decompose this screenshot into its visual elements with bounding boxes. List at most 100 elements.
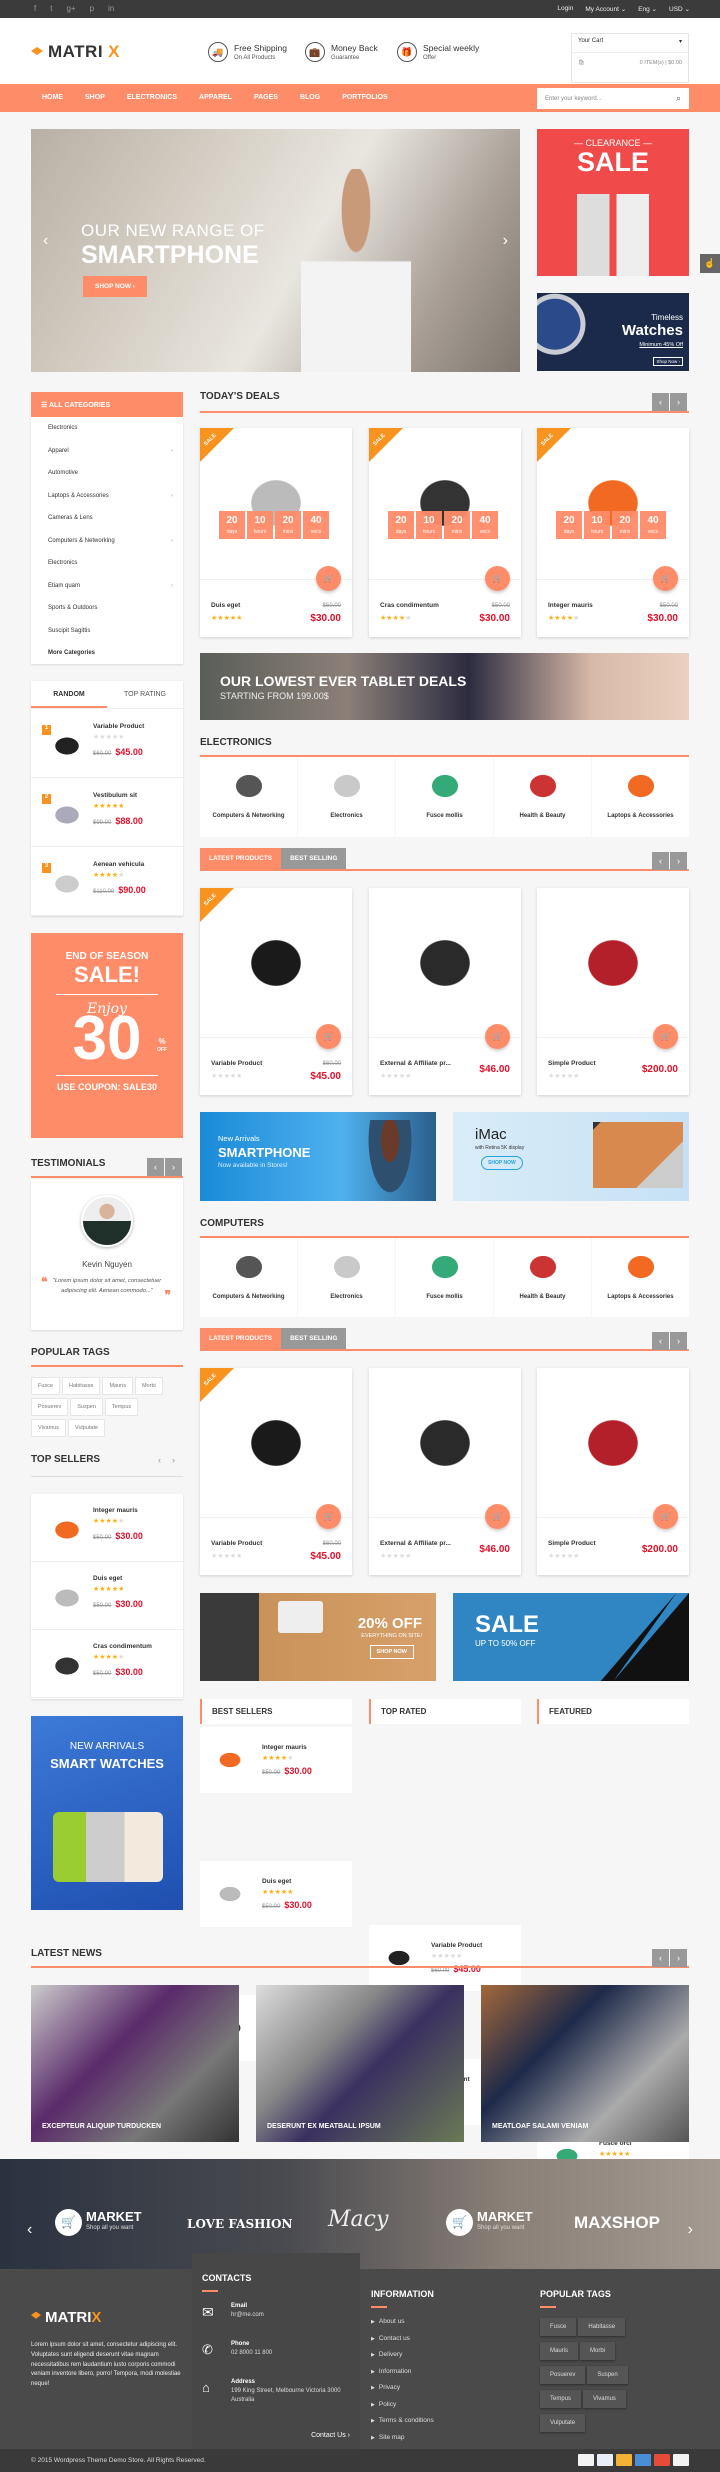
- product-name[interactable]: Variable Product: [93, 723, 144, 730]
- news-card[interactable]: DESERUNT EX MEATBALL IPSUM: [256, 1985, 464, 2142]
- brand-logo[interactable]: LOVE FASHION: [187, 2217, 292, 2231]
- product-name[interactable]: Variable Product: [431, 1942, 482, 1949]
- shop-now-button[interactable]: Shop Now ›: [653, 357, 683, 366]
- category-item[interactable]: Suscipit Sagittis: [31, 620, 183, 643]
- add-to-cart-button[interactable]: 🛒: [485, 566, 510, 591]
- next-arrow-icon[interactable]: ›: [670, 1949, 687, 1967]
- footer-tag[interactable]: Suspen: [587, 2366, 628, 2384]
- next-arrow-icon[interactable]: ›: [670, 1332, 687, 1350]
- prev-arrow-icon[interactable]: ‹: [652, 393, 669, 411]
- category-item[interactable]: Automotive: [31, 462, 183, 485]
- news-card[interactable]: EXCEPTEUR ALIQUIP TURDUCKEN: [31, 1985, 239, 2142]
- nav-item-apparel[interactable]: APPAREL: [199, 94, 232, 101]
- tag[interactable]: Tempus: [104, 1398, 139, 1416]
- tab-latest-products[interactable]: LATEST PRODUCTS: [200, 1328, 282, 1351]
- product-card[interactable]: 🛒 External & Affiliate pr... ★★★★★ $46.00: [369, 1368, 521, 1575]
- product-list-item[interactable]: Variable Product ★★★★★ $60.00 $45.00: [369, 1925, 521, 1991]
- product-list-item[interactable]: 3 Aenean vehicula ★★★★★ $110.00 $90.00: [31, 847, 183, 916]
- category-tile[interactable]: Health & Beauty: [494, 757, 591, 837]
- nav-item-home[interactable]: HOME: [42, 94, 63, 101]
- category-tile[interactable]: Electronics: [298, 757, 395, 837]
- footer-tag[interactable]: Fusce: [540, 2318, 577, 2336]
- slider-next-icon[interactable]: ›: [503, 232, 508, 250]
- footer-link[interactable]: ▶ Policy: [371, 2401, 521, 2408]
- category-item[interactable]: Electronics: [31, 552, 183, 575]
- hand-pointer-icon[interactable]: ☝: [700, 254, 720, 273]
- news-title[interactable]: MEATLOAF SALAMI VENIAM: [492, 2123, 588, 2130]
- footer-tag[interactable]: Vivamus: [583, 2390, 626, 2408]
- footer-tag[interactable]: Posuerev: [540, 2366, 586, 2384]
- product-card[interactable]: 🛒 Simple Product ★★★★★ $200.00: [537, 1368, 689, 1575]
- shop-now-button[interactable]: SHOP NOW ›: [83, 276, 147, 297]
- add-to-cart-button[interactable]: 🛒: [485, 1504, 510, 1529]
- product-name[interactable]: Variable Product: [211, 1540, 262, 1547]
- tab-best-selling[interactable]: BEST SELLING: [281, 1328, 347, 1351]
- tag[interactable]: Morbi: [134, 1377, 163, 1395]
- category-tile[interactable]: Electronics: [298, 1238, 395, 1317]
- prev-arrow-icon[interactable]: ‹: [652, 852, 669, 870]
- category-tile[interactable]: Computers & Networking: [200, 757, 297, 837]
- google-plus-icon[interactable]: g+: [66, 4, 75, 13]
- tab-best-selling[interactable]: BEST SELLING: [281, 848, 347, 871]
- search-icon[interactable]: ⌕: [676, 93, 681, 104]
- add-to-cart-button[interactable]: 🛒: [316, 1024, 341, 1049]
- pinterest-icon[interactable]: p: [90, 4, 94, 13]
- footer-link[interactable]: ▶ About us: [371, 2318, 521, 2325]
- next-arrow-icon[interactable]: ›: [670, 393, 687, 411]
- category-tile[interactable]: Health & Beauty: [494, 1238, 591, 1317]
- slider-prev-icon[interactable]: ‹: [43, 232, 48, 250]
- category-item[interactable]: Computers & Networking ›: [31, 530, 183, 553]
- brand-logo[interactable]: 🛒 MARKET Shop all you want: [55, 2209, 142, 2236]
- add-to-cart-button[interactable]: 🛒: [316, 566, 341, 591]
- footer-tag[interactable]: Mauris: [540, 2342, 579, 2360]
- footer-link[interactable]: ▶ Terms & conditions: [371, 2417, 521, 2424]
- search-input[interactable]: Enter your keyword...: [545, 96, 602, 102]
- hero-slider[interactable]: ‹ › OUR NEW RANGE OF SMARTPHONE SHOP NOW…: [31, 129, 520, 372]
- currency-dropdown[interactable]: USD ⌄: [669, 5, 690, 13]
- tag[interactable]: Vivamus: [31, 1419, 66, 1437]
- tag[interactable]: Habitasse: [61, 1377, 101, 1395]
- product-list-item[interactable]: 1 Variable Product ★★★★★ $60.00 $45.00: [31, 709, 183, 778]
- product-name[interactable]: Cras condimentum: [93, 1643, 152, 1650]
- product-name[interactable]: Variable Product: [211, 1060, 262, 1067]
- email-link[interactable]: hr@me.com: [231, 2312, 264, 2318]
- product-card[interactable]: SALE 20 days 10 hours 20 mins 40 secs 🛒 Integer ma…: [537, 428, 689, 637]
- category-item[interactable]: Electronics: [31, 417, 183, 440]
- product-name[interactable]: Duis eget: [262, 1878, 291, 1885]
- category-item[interactable]: Sports & Outdoors: [31, 597, 183, 620]
- tag[interactable]: Fusce: [31, 1377, 60, 1395]
- product-name[interactable]: Integer mauris: [262, 1744, 307, 1751]
- my-account-dropdown[interactable]: My Account ⌄: [585, 5, 626, 13]
- tablet-deals-banner[interactable]: OUR LOWEST EVER TABLET DEALS STARTING FR…: [200, 653, 689, 720]
- product-name[interactable]: Vestibulum sit: [93, 792, 137, 799]
- footer-link[interactable]: ▶ Delivery: [371, 2351, 521, 2358]
- product-list-item[interactable]: Integer mauris ★★★★★ $50.00 $30.00: [31, 1494, 183, 1562]
- shop-now-button[interactable]: SHOP NOW: [369, 1645, 414, 1659]
- category-item[interactable]: Etiam quam ›: [31, 575, 183, 598]
- category-item[interactable]: Apparel ›: [31, 440, 183, 463]
- add-to-cart-button[interactable]: 🛒: [653, 1024, 678, 1049]
- next-arrow-icon[interactable]: ›: [688, 2221, 693, 2239]
- product-name[interactable]: Simple Product: [548, 1540, 596, 1547]
- product-list-item[interactable]: Duis eget ★★★★★ $50.00 $30.00: [200, 1861, 352, 1927]
- all-categories-header[interactable]: ☰ ALL CATEGORIES: [31, 392, 183, 417]
- prev-arrow-icon[interactable]: ‹: [652, 1332, 669, 1350]
- product-list-item[interactable]: Cras condimentum ★★★★★ $50.00$30.00: [31, 1630, 183, 1698]
- cart-widget[interactable]: Your Cart ▾ 🛍 0 ITEM(s) | $0.00: [571, 33, 689, 83]
- linkedin-icon[interactable]: in: [108, 4, 114, 13]
- tag[interactable]: Posuerev: [31, 1398, 69, 1416]
- product-list-item[interactable]: 2 Vestibulum sit ★★★★★ $99.00 $88.00: [31, 778, 183, 847]
- product-card[interactable]: SALE 🛒 Variable Product ★★★★★ $60.00 $45.00: [200, 1368, 352, 1575]
- product-list-item[interactable]: Integer mauris ★★★★★ $50.00 $30.00: [200, 1727, 352, 1793]
- tab-random[interactable]: RANDOM: [31, 681, 107, 708]
- product-card[interactable]: SALE 🛒 Variable Product ★★★★★ $60.00 $45.00: [200, 888, 352, 1095]
- product-name[interactable]: Simple Product: [548, 1060, 596, 1067]
- nav-item-pages[interactable]: PAGES: [254, 94, 278, 101]
- product-name[interactable]: Cras condimentum: [380, 602, 439, 609]
- facebook-icon[interactable]: f: [34, 4, 36, 13]
- nav-item-portfolios[interactable]: PORTFOLIOS: [342, 94, 388, 101]
- category-tile[interactable]: Computers & Networking: [200, 1238, 297, 1317]
- clearance-sale-banner[interactable]: — CLEARANCE — SALE: [537, 129, 689, 276]
- news-title[interactable]: DESERUNT EX MEATBALL IPSUM: [267, 2123, 381, 2130]
- product-name[interactable]: Aenean vehicula: [93, 861, 144, 868]
